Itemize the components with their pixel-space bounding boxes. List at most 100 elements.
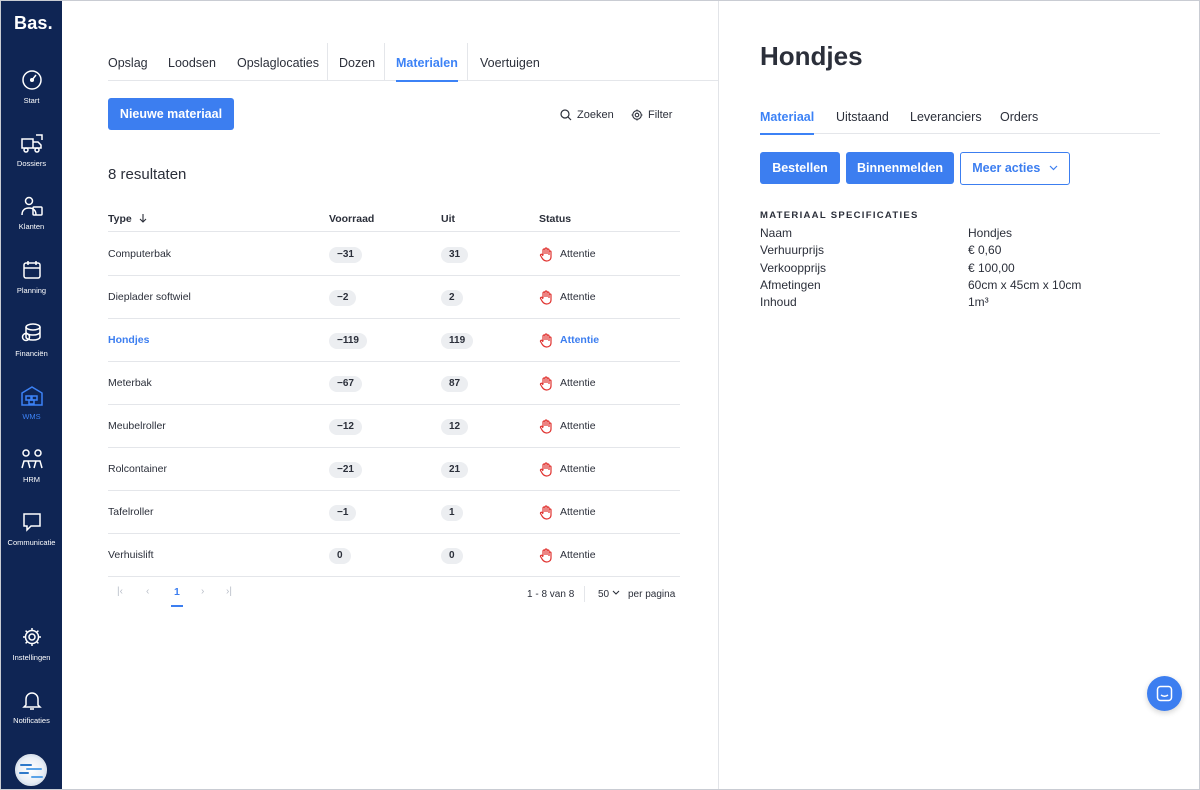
row-uit: 0 (441, 548, 463, 564)
spec-key: Verkoopprijs (760, 260, 827, 275)
row-voorraad: −31 (329, 247, 362, 263)
warehouse-icon (20, 386, 43, 406)
row-voorraad: −67 (329, 376, 362, 392)
table-row[interactable]: Tafelroller −1 1 Attentie (108, 491, 680, 534)
tab-voertuigen[interactable]: Voertuigen (480, 43, 540, 81)
table-row[interactable]: Meubelroller −12 12 Attentie (108, 405, 680, 448)
avatar[interactable] (15, 754, 47, 786)
detail-tab-bar: Materiaal Uitstaand Leveranciers Orders (760, 98, 1160, 135)
page-size-select[interactable]: 50 (598, 589, 620, 600)
search-button[interactable]: Zoeken (560, 107, 614, 123)
next-page-button[interactable]: › (201, 586, 204, 597)
app-logo[interactable]: Bas. (14, 13, 53, 34)
spec-row: Afmetingen 60cm x 45cm x 10cm (760, 278, 1160, 295)
row-voorraad: 0 (329, 548, 351, 564)
check-in-button[interactable]: Binnenmelden (846, 152, 954, 184)
table-row[interactable]: Computerbak −31 31 Attentie (108, 233, 680, 276)
status-label: Attentie (560, 334, 600, 346)
row-name[interactable]: Meubelroller (108, 405, 166, 448)
table-row[interactable]: Meterbak −67 87 Attentie (108, 362, 680, 405)
material-detail-pane: Hondjes Materiaal Uitstaand Leveranciers… (719, 1, 1199, 789)
tab-materialen[interactable]: Materialen (396, 43, 458, 82)
hand-stop-icon (539, 247, 552, 262)
spec-key: Naam (760, 226, 793, 240)
sidebar-item-communicatie[interactable]: Communicatie (1, 511, 62, 547)
current-page[interactable]: 1 (171, 586, 183, 607)
row-uit: 119 (441, 333, 474, 349)
first-page-button[interactable]: |‹ (117, 586, 123, 597)
row-name[interactable]: Meterbak (108, 362, 152, 405)
column-header-voorraad[interactable]: Voorraad (329, 213, 374, 225)
order-button[interactable]: Bestellen (760, 152, 840, 184)
sidebar-item-start[interactable]: Start (1, 69, 62, 105)
sidebar-item-label: HRM (22, 475, 41, 484)
row-name[interactable]: Verhuislift (108, 534, 154, 577)
chat-bubble-icon (22, 513, 41, 532)
column-header-type[interactable]: Type (108, 213, 148, 225)
tab-opslag[interactable]: Opslag (108, 43, 148, 81)
sidebar-item-instellingen[interactable]: Instellingen (1, 626, 62, 662)
tab-orders[interactable]: Orders (1000, 98, 1038, 134)
tab-uitstaand[interactable]: Uitstaand (836, 98, 889, 134)
row-name[interactable]: Computerbak (108, 233, 171, 276)
sidebar-item-klanten[interactable]: Klanten (1, 195, 62, 231)
status-label: Attentie (560, 377, 596, 389)
status-label: Attentie (560, 463, 596, 475)
sidebar-item-dossiers[interactable]: Dossiers (1, 132, 62, 168)
customers-icon (20, 196, 43, 216)
row-uit: 31 (441, 247, 469, 263)
tab-materiaal[interactable]: Materiaal (760, 98, 815, 135)
sort-arrow-down-icon (139, 214, 147, 223)
table-row[interactable]: Rolcontainer −21 21 Attentie (108, 448, 680, 491)
sidebar-item-planning[interactable]: Planning (1, 259, 62, 295)
hand-stop-icon (539, 290, 552, 305)
table-row[interactable]: Verhuislift 0 0 Attentie (108, 534, 680, 577)
spec-row: Verhuurprijs € 0,60 (760, 243, 1160, 260)
row-name[interactable]: Hondjes (108, 319, 149, 362)
column-header-status[interactable]: Status (539, 213, 571, 225)
pagination-divider (584, 586, 585, 602)
row-status: Attentie (539, 319, 599, 362)
sidebar-item-financien[interactable]: Financiën (1, 322, 62, 358)
new-material-button[interactable]: Nieuwe materiaal (108, 98, 234, 130)
support-chat-button[interactable] (1147, 676, 1182, 711)
row-voorraad: −119 (329, 333, 367, 349)
spec-section-title: MATERIAAL SPECIFICATIES (760, 210, 919, 221)
row-status: Attentie (539, 276, 596, 319)
previous-page-button[interactable]: ‹ (146, 586, 149, 597)
last-page-button[interactable]: ›| (226, 586, 232, 597)
row-status: Attentie (539, 362, 596, 405)
column-header-uit[interactable]: Uit (441, 213, 455, 225)
tab-loodsen[interactable]: Loodsen (168, 43, 216, 81)
row-voorraad: −1 (329, 505, 357, 521)
tab-leveranciers[interactable]: Leveranciers (910, 98, 982, 134)
sidebar-item-label: Notificaties (13, 716, 50, 725)
hand-stop-icon (539, 419, 552, 434)
tab-dozen[interactable]: Dozen (339, 43, 375, 81)
gear-icon (22, 628, 41, 646)
hand-stop-icon (539, 505, 552, 520)
sidebar-item-hrm[interactable]: HRM (1, 448, 62, 484)
tab-divider (384, 43, 385, 81)
more-actions-button[interactable]: Meer acties (960, 152, 1070, 185)
sidebar-item-wms[interactable]: WMS (1, 385, 62, 421)
sidebar-item-notificaties[interactable]: Notificaties (1, 689, 62, 725)
sidebar-item-label: Start (23, 96, 40, 105)
row-name[interactable]: Rolcontainer (108, 448, 167, 491)
table-row[interactable]: Dieplader softwiel −2 2 Attentie (108, 276, 680, 319)
row-status: Attentie (539, 405, 596, 448)
row-name[interactable]: Tafelroller (108, 491, 154, 534)
tab-divider (467, 43, 468, 81)
spec-key: Inhoud (760, 295, 797, 310)
filter-button[interactable]: Filter (631, 107, 672, 123)
status-label: Attentie (560, 248, 596, 260)
table-row[interactable]: Hondjes −119 119 Attentie (108, 319, 680, 362)
hand-stop-icon (539, 462, 552, 477)
spec-value: Hondjes (968, 226, 1013, 240)
status-label: Attentie (560, 549, 596, 561)
per-page-label: per pagina (628, 589, 676, 600)
spec-value: € 0,60 (968, 243, 1002, 258)
filter-gear-icon (631, 109, 643, 121)
tab-opslaglocaties[interactable]: Opslaglocaties (237, 43, 319, 81)
row-name[interactable]: Dieplader softwiel (108, 276, 191, 319)
